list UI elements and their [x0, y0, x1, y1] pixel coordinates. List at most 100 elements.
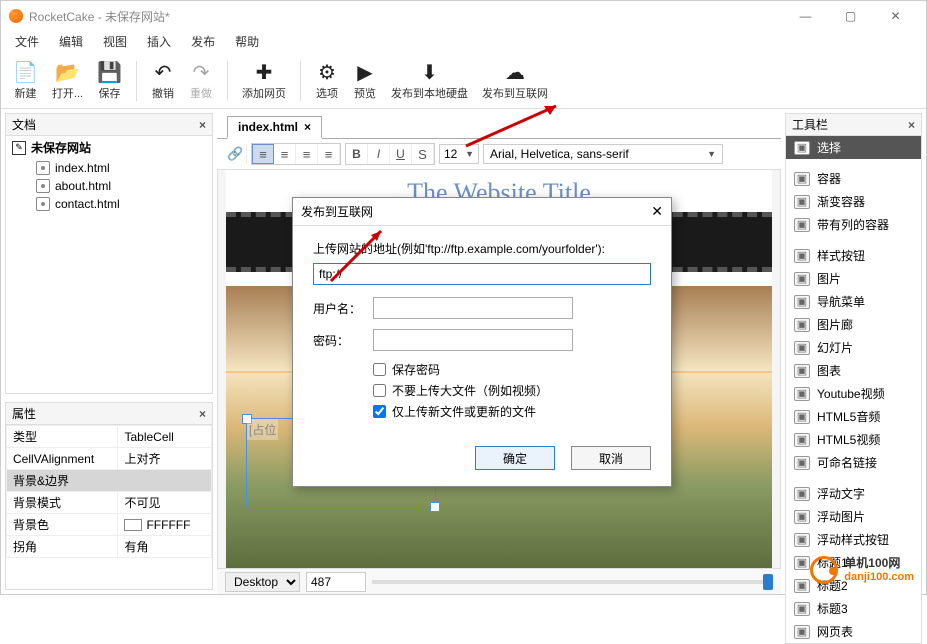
property-value[interactable]: 有角	[118, 536, 212, 558]
window-title: RocketCake - 未保存网站*	[29, 8, 170, 25]
tool-named-link[interactable]: ▣可命名链接	[786, 451, 921, 474]
close-icon[interactable]: ✕	[651, 203, 663, 220]
align-justify-button[interactable]: ≡	[318, 144, 340, 164]
view-mode-select[interactable]: Desktop	[225, 572, 300, 592]
save-button[interactable]: 💾保存	[91, 59, 128, 103]
ok-button[interactable]: 确定	[475, 446, 555, 470]
page-icon	[36, 197, 50, 211]
property-value[interactable]: 不可见	[118, 492, 212, 514]
align-right-button[interactable]: ≡	[296, 144, 318, 164]
main-toolbar: 📄新建📂打开...💾保存 ↶撤销↷重做 ✚添加网页 ⚙选项▶预览⬇发布到本地硬盘☁发布…	[1, 53, 926, 109]
redo-button[interactable]: ↷重做	[183, 59, 219, 103]
close-icon[interactable]: ×	[199, 118, 206, 132]
toolbox-separator	[786, 474, 921, 482]
tool-container[interactable]: ▣容器	[786, 167, 921, 190]
preview-button[interactable]: ▶预览	[347, 59, 383, 103]
placeholder-text: [占位	[247, 419, 278, 440]
address-hint: 上传网站的地址(例如'ftp://ftp.example.com/yourfol…	[313, 240, 651, 257]
toolbar-separator	[136, 61, 137, 101]
cancel-button[interactable]: 取消	[571, 446, 651, 470]
property-key: 拐角	[7, 536, 118, 558]
document-item[interactable]: contact.html	[6, 195, 212, 213]
options-button[interactable]: ⚙选项	[309, 59, 345, 103]
open-icon: 📂	[55, 61, 80, 85]
tool-chart[interactable]: ▣图表	[786, 359, 921, 382]
publish-local-button[interactable]: ⬇发布到本地硬盘	[385, 59, 474, 103]
align-left-button[interactable]: ≡	[252, 144, 274, 164]
site-root[interactable]: ✎ 未保存网站	[6, 136, 212, 159]
menu-视图[interactable]: 视图	[93, 31, 137, 53]
document-item[interactable]: about.html	[6, 177, 212, 195]
tool-select[interactable]: ▣选择	[786, 136, 921, 159]
maximize-button[interactable]: ▢	[828, 1, 873, 31]
gallery-icon: ▣	[794, 318, 810, 332]
tool-slideshow[interactable]: ▣幻灯片	[786, 336, 921, 359]
toolbar-separator	[227, 61, 228, 101]
properties-panel: 属性 × 类型TableCellCellVAlignment上对齐背景&边界背景…	[5, 402, 213, 590]
width-slider[interactable]	[372, 580, 773, 584]
tool-float-image[interactable]: ▣浮动图片	[786, 505, 921, 528]
tool-nav-menu[interactable]: ▣导航菜单	[786, 290, 921, 313]
tool-style-button[interactable]: ▣样式按钮	[786, 244, 921, 267]
property-value[interactable]: TableCell	[118, 426, 212, 448]
add-page-button[interactable]: ✚添加网页	[236, 59, 292, 103]
tool-image[interactable]: ▣图片	[786, 267, 921, 290]
tool-h3[interactable]: ▣标题3	[786, 597, 921, 620]
tool-html5-video[interactable]: ▣HTML5视频	[786, 428, 921, 451]
tool-gradient-container[interactable]: ▣渐变容器	[786, 190, 921, 213]
tool-webtable[interactable]: ▣网页表	[786, 620, 921, 643]
username-input[interactable]	[373, 297, 573, 319]
h2-icon: ▣	[794, 579, 810, 593]
redo-icon: ↷	[193, 61, 210, 85]
tab-index[interactable]: index.html ×	[227, 116, 322, 139]
only-new-files-checkbox[interactable]	[373, 405, 386, 418]
tool-column-container[interactable]: ▣带有列的容器	[786, 213, 921, 236]
close-icon[interactable]: ×	[304, 120, 311, 134]
slider-handle[interactable]	[763, 574, 773, 590]
publish-web-button[interactable]: ☁发布到互联网	[476, 59, 554, 103]
window-titlebar: RocketCake - 未保存网站* — ▢ ✕	[1, 1, 926, 31]
font-family-select[interactable]: Arial, Helvetica, sans-serif ▼	[483, 144, 723, 164]
undo-button[interactable]: ↶撤销	[145, 59, 181, 103]
close-button[interactable]: ✕	[873, 1, 918, 31]
menu-发布[interactable]: 发布	[181, 31, 225, 53]
tool-float-style-btn[interactable]: ▣浮动样式按钮	[786, 528, 921, 551]
float-style-btn-icon: ▣	[794, 533, 810, 547]
properties-panel-header: 属性 ×	[6, 403, 212, 425]
menu-文件[interactable]: 文件	[5, 31, 49, 53]
menu-插入[interactable]: 插入	[137, 31, 181, 53]
bold-button[interactable]: B	[346, 144, 368, 164]
page-icon	[36, 161, 50, 175]
italic-button[interactable]: I	[368, 144, 390, 164]
h3-icon: ▣	[794, 602, 810, 616]
toolbar-separator	[300, 61, 301, 101]
tool-html5-audio[interactable]: ▣HTML5音频	[786, 405, 921, 428]
username-label: 用户名：	[313, 300, 373, 317]
close-icon[interactable]: ×	[908, 118, 915, 132]
password-input[interactable]	[373, 329, 573, 351]
align-center-button[interactable]: ≡	[274, 144, 296, 164]
tool-gallery[interactable]: ▣图片廊	[786, 313, 921, 336]
watermark-logo-icon	[810, 556, 838, 584]
webtable-icon: ▣	[794, 625, 810, 639]
underline-button[interactable]: U	[390, 144, 412, 164]
close-icon[interactable]: ×	[199, 407, 206, 421]
open-button[interactable]: 📂打开...	[46, 59, 89, 103]
property-value[interactable]: 上对齐	[118, 448, 212, 470]
menu-帮助[interactable]: 帮助	[225, 31, 269, 53]
menu-编辑[interactable]: 编辑	[49, 31, 93, 53]
save-password-checkbox[interactable]	[373, 363, 386, 376]
skip-large-files-checkbox[interactable]	[373, 384, 386, 397]
new-button[interactable]: 📄新建	[7, 59, 44, 103]
address-input[interactable]	[313, 263, 651, 285]
tool-youtube[interactable]: ▣Youtube视频	[786, 382, 921, 405]
document-item[interactable]: index.html	[6, 159, 212, 177]
link-button[interactable]: 🔗	[225, 144, 247, 164]
minimize-button[interactable]: —	[783, 1, 828, 31]
dialog-titlebar[interactable]: 发布到互联网 ✕	[293, 198, 671, 226]
width-input[interactable]	[306, 572, 366, 592]
strikethrough-button[interactable]: S	[412, 144, 434, 164]
property-value[interactable]: FFFFFF	[118, 514, 212, 536]
tool-float-text[interactable]: ▣浮动文字	[786, 482, 921, 505]
font-size-select[interactable]: 12 ▼	[439, 144, 479, 164]
